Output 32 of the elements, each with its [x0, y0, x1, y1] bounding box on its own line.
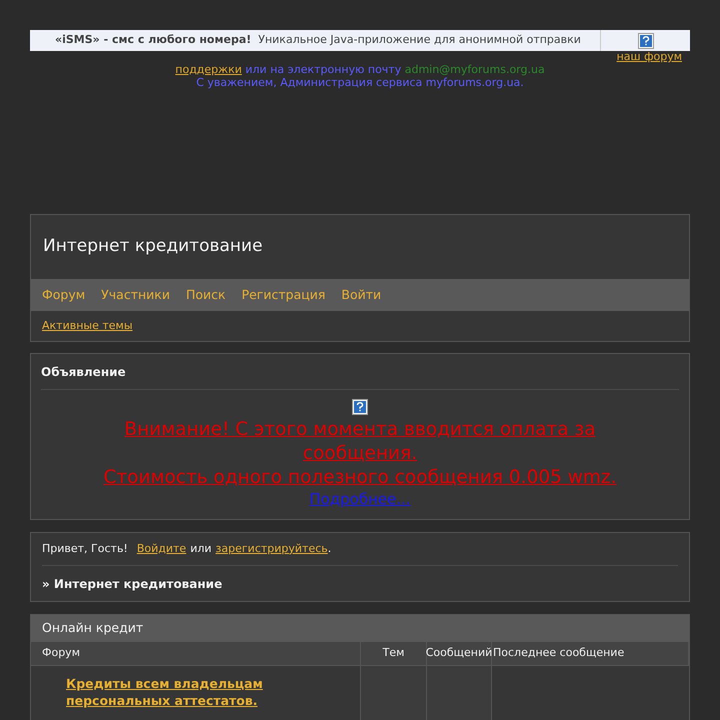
active-topics-link[interactable]: Активные темы	[42, 318, 133, 334]
nav-link[interactable]: Форум	[42, 286, 86, 304]
signature-text: С уважением, Администрация сервиса myforums.org.ua.	[195, 76, 525, 89]
announcement-title: Объявление	[41, 354, 679, 390]
register-link[interactable]: зарегистрируйтесь	[216, 540, 328, 558]
nav-link[interactable]: Регистрация	[242, 286, 326, 304]
price-notice: Стоимость одного полезного сообщения 0.005 wmz.	[103, 466, 616, 490]
column-header: Последнее сообщение	[492, 642, 689, 665]
login-link[interactable]: Войдите	[136, 540, 186, 558]
category-title: Онлайн кредит	[31, 615, 689, 642]
ad-banner[interactable]: «iSMS» - смс с любого номера! Уникальное Java-приложение для анонимной отправки	[30, 30, 690, 51]
notice-text: или на электронную почту	[245, 63, 402, 76]
help-icon	[638, 34, 652, 48]
ad-text: Уникальное Java-приложение для анонимной отправки	[258, 32, 581, 48]
column-header: Форум	[31, 642, 361, 665]
support-link[interactable]: наш форум	[616, 50, 682, 63]
forum-link[interactable]: Кредиты всем владельцам персональных аттестатов.	[66, 675, 306, 709]
support-link[interactable]: поддержки	[175, 63, 242, 76]
nav-link[interactable]: Войти	[341, 286, 382, 304]
nav-link[interactable]: Участники	[101, 286, 170, 304]
site-title: Интернет кредитование	[42, 235, 264, 258]
image-icon	[353, 400, 367, 414]
period-text: .	[328, 540, 332, 557]
or-text: или	[190, 540, 212, 557]
greeting-text: Привет, Гость!	[42, 540, 128, 557]
nav-link[interactable]: Поиск	[186, 286, 226, 304]
column-header: Сообщений	[427, 642, 492, 665]
payment-notice: Внимание! С этого момента вводится оплата за сообщения.	[123, 418, 597, 466]
column-header: Тем	[361, 642, 427, 665]
breadcrumb: » Интернет кредитование	[42, 576, 224, 592]
ad-title: «iSMS» - смс с любого номера!	[55, 32, 252, 48]
email-text: admin@myforums.org.ua	[404, 63, 545, 76]
